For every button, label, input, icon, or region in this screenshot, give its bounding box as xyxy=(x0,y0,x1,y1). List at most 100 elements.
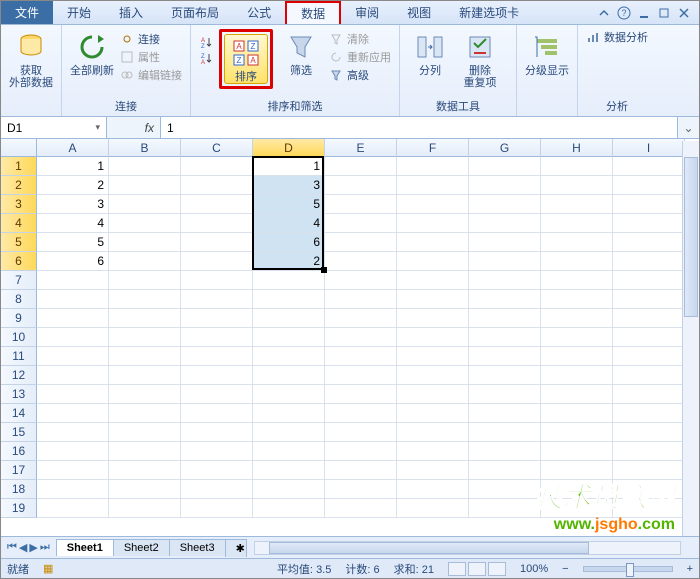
row-header[interactable]: 19 xyxy=(1,499,37,518)
cell[interactable] xyxy=(397,347,469,366)
zoom-out-button[interactable]: − xyxy=(562,563,568,575)
cell[interactable] xyxy=(397,176,469,195)
horizontal-scrollbar[interactable] xyxy=(254,541,681,555)
tab-file[interactable]: 文件 xyxy=(1,1,53,24)
properties-button[interactable]: 属性 xyxy=(120,49,182,65)
cell[interactable]: 6 xyxy=(37,252,109,271)
cell[interactable] xyxy=(541,328,613,347)
cell[interactable] xyxy=(37,290,109,309)
row-header[interactable]: 13 xyxy=(1,385,37,404)
cell[interactable] xyxy=(541,252,613,271)
cell[interactable] xyxy=(613,233,685,252)
cell[interactable] xyxy=(37,309,109,328)
view-normal-button[interactable] xyxy=(448,562,466,576)
cell[interactable] xyxy=(613,252,685,271)
cell[interactable] xyxy=(397,480,469,499)
sort-asc-button[interactable]: AZ xyxy=(199,35,213,49)
column-header[interactable]: E xyxy=(325,139,397,157)
row-header[interactable]: 12 xyxy=(1,366,37,385)
cell[interactable] xyxy=(541,214,613,233)
sheet-nav-next-icon[interactable]: ▶ xyxy=(29,541,37,554)
tab-data[interactable]: 数据 xyxy=(285,1,341,24)
cell[interactable] xyxy=(397,252,469,271)
cell[interactable] xyxy=(109,461,181,480)
tab-insert[interactable]: 插入 xyxy=(105,1,157,24)
cell[interactable] xyxy=(613,385,685,404)
zoom-slider[interactable] xyxy=(583,566,673,572)
cell[interactable] xyxy=(541,309,613,328)
cell[interactable] xyxy=(253,290,325,309)
row-header[interactable]: 16 xyxy=(1,442,37,461)
row-header[interactable]: 2 xyxy=(1,176,37,195)
cell[interactable] xyxy=(613,176,685,195)
cell[interactable]: 1 xyxy=(253,157,325,176)
cell[interactable] xyxy=(325,347,397,366)
cell[interactable] xyxy=(469,347,541,366)
cell[interactable] xyxy=(613,347,685,366)
cell[interactable] xyxy=(613,366,685,385)
cell[interactable] xyxy=(469,328,541,347)
sort-desc-button[interactable]: ZA xyxy=(199,51,213,65)
sheet-tab-3[interactable]: Sheet3 xyxy=(169,539,226,556)
cell[interactable] xyxy=(325,328,397,347)
cell[interactable] xyxy=(253,347,325,366)
cell[interactable] xyxy=(181,195,253,214)
cell[interactable] xyxy=(181,233,253,252)
cell[interactable] xyxy=(253,480,325,499)
cell[interactable] xyxy=(613,157,685,176)
cell[interactable] xyxy=(397,271,469,290)
cell[interactable] xyxy=(613,290,685,309)
cell[interactable] xyxy=(541,290,613,309)
cell[interactable] xyxy=(469,157,541,176)
cell[interactable] xyxy=(325,461,397,480)
row-header[interactable]: 10 xyxy=(1,328,37,347)
cell[interactable] xyxy=(325,366,397,385)
cell[interactable] xyxy=(397,290,469,309)
row-header[interactable]: 5 xyxy=(1,233,37,252)
cell[interactable] xyxy=(469,423,541,442)
cell[interactable] xyxy=(613,309,685,328)
row-header[interactable]: 1 xyxy=(1,157,37,176)
cell[interactable] xyxy=(109,290,181,309)
cell[interactable] xyxy=(541,157,613,176)
cell[interactable] xyxy=(37,404,109,423)
window-close-icon[interactable] xyxy=(677,6,691,20)
cell[interactable] xyxy=(181,499,253,518)
cell[interactable] xyxy=(613,499,685,518)
cell[interactable] xyxy=(181,214,253,233)
sheet-nav-first-icon[interactable]: ⏮ xyxy=(7,541,17,554)
cell[interactable] xyxy=(181,461,253,480)
column-header[interactable]: I xyxy=(613,139,685,157)
cell[interactable] xyxy=(37,480,109,499)
cell[interactable] xyxy=(541,404,613,423)
tab-new[interactable]: 新建选项卡 xyxy=(445,1,533,24)
column-header[interactable]: C xyxy=(181,139,253,157)
cell[interactable] xyxy=(109,442,181,461)
sheet-nav-last-icon[interactable]: ⏭ xyxy=(40,541,50,554)
cell[interactable] xyxy=(325,195,397,214)
cell[interactable] xyxy=(325,385,397,404)
vertical-scrollbar-thumb[interactable] xyxy=(684,157,698,317)
cell[interactable] xyxy=(469,271,541,290)
cell[interactable] xyxy=(109,423,181,442)
name-box-dropdown-icon[interactable]: ▾ xyxy=(95,122,100,133)
cell[interactable] xyxy=(397,404,469,423)
cell[interactable] xyxy=(253,366,325,385)
cell[interactable] xyxy=(469,480,541,499)
cell[interactable] xyxy=(181,157,253,176)
cell[interactable] xyxy=(109,157,181,176)
cell[interactable] xyxy=(325,176,397,195)
cell[interactable] xyxy=(37,499,109,518)
name-box[interactable]: D1 ▾ xyxy=(1,117,107,138)
row-header[interactable]: 6 xyxy=(1,252,37,271)
row-header[interactable]: 4 xyxy=(1,214,37,233)
cell[interactable] xyxy=(253,271,325,290)
cell[interactable]: 5 xyxy=(37,233,109,252)
cell[interactable]: 4 xyxy=(253,214,325,233)
fill-handle[interactable] xyxy=(321,267,327,273)
tab-home[interactable]: 开始 xyxy=(53,1,105,24)
cell[interactable] xyxy=(37,366,109,385)
column-header[interactable]: B xyxy=(109,139,181,157)
cell[interactable]: 2 xyxy=(37,176,109,195)
cell[interactable] xyxy=(181,290,253,309)
